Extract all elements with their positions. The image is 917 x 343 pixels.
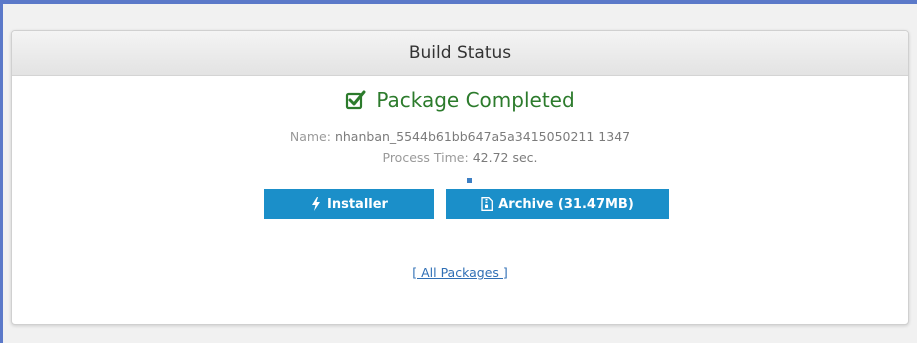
file-archive-icon bbox=[481, 197, 494, 211]
panel-title: Build Status bbox=[408, 43, 512, 63]
all-packages-container: [ All Packages ] bbox=[12, 265, 908, 280]
all-packages-link[interactable]: [ All Packages ] bbox=[412, 265, 508, 280]
build-status-panel: Build Status Package Completed Name: nha… bbox=[11, 30, 909, 325]
marker-dot bbox=[467, 178, 472, 183]
check-square-icon bbox=[345, 89, 367, 111]
status-text: Package Completed bbox=[376, 88, 575, 112]
name-label: Name: bbox=[289, 129, 331, 144]
package-name-line: Name: nhanban_5544b61bb647a5a3415050211 … bbox=[12, 129, 908, 144]
top-border bbox=[0, 0, 917, 4]
name-value: nhanban_5544b61bb647a5a3415050211 1347 bbox=[334, 129, 631, 144]
time-value: 42.72 sec. bbox=[472, 150, 538, 165]
page: Build Status Package Completed Name: nha… bbox=[0, 0, 917, 343]
installer-label: Installer bbox=[327, 196, 388, 212]
left-border bbox=[0, 0, 3, 343]
archive-button[interactable]: Archive (31.47MB) bbox=[446, 189, 669, 219]
time-label: Process Time: bbox=[382, 150, 469, 165]
download-buttons: Installer Archive (31.47MB) bbox=[12, 189, 908, 219]
bolt-icon bbox=[310, 197, 322, 211]
panel-header: Build Status bbox=[12, 31, 908, 76]
process-time-line: Process Time: 42.72 sec. bbox=[12, 150, 908, 165]
installer-button[interactable]: Installer bbox=[264, 189, 434, 219]
status-line: Package Completed bbox=[12, 88, 908, 112]
archive-label: Archive (31.47MB) bbox=[498, 196, 634, 212]
